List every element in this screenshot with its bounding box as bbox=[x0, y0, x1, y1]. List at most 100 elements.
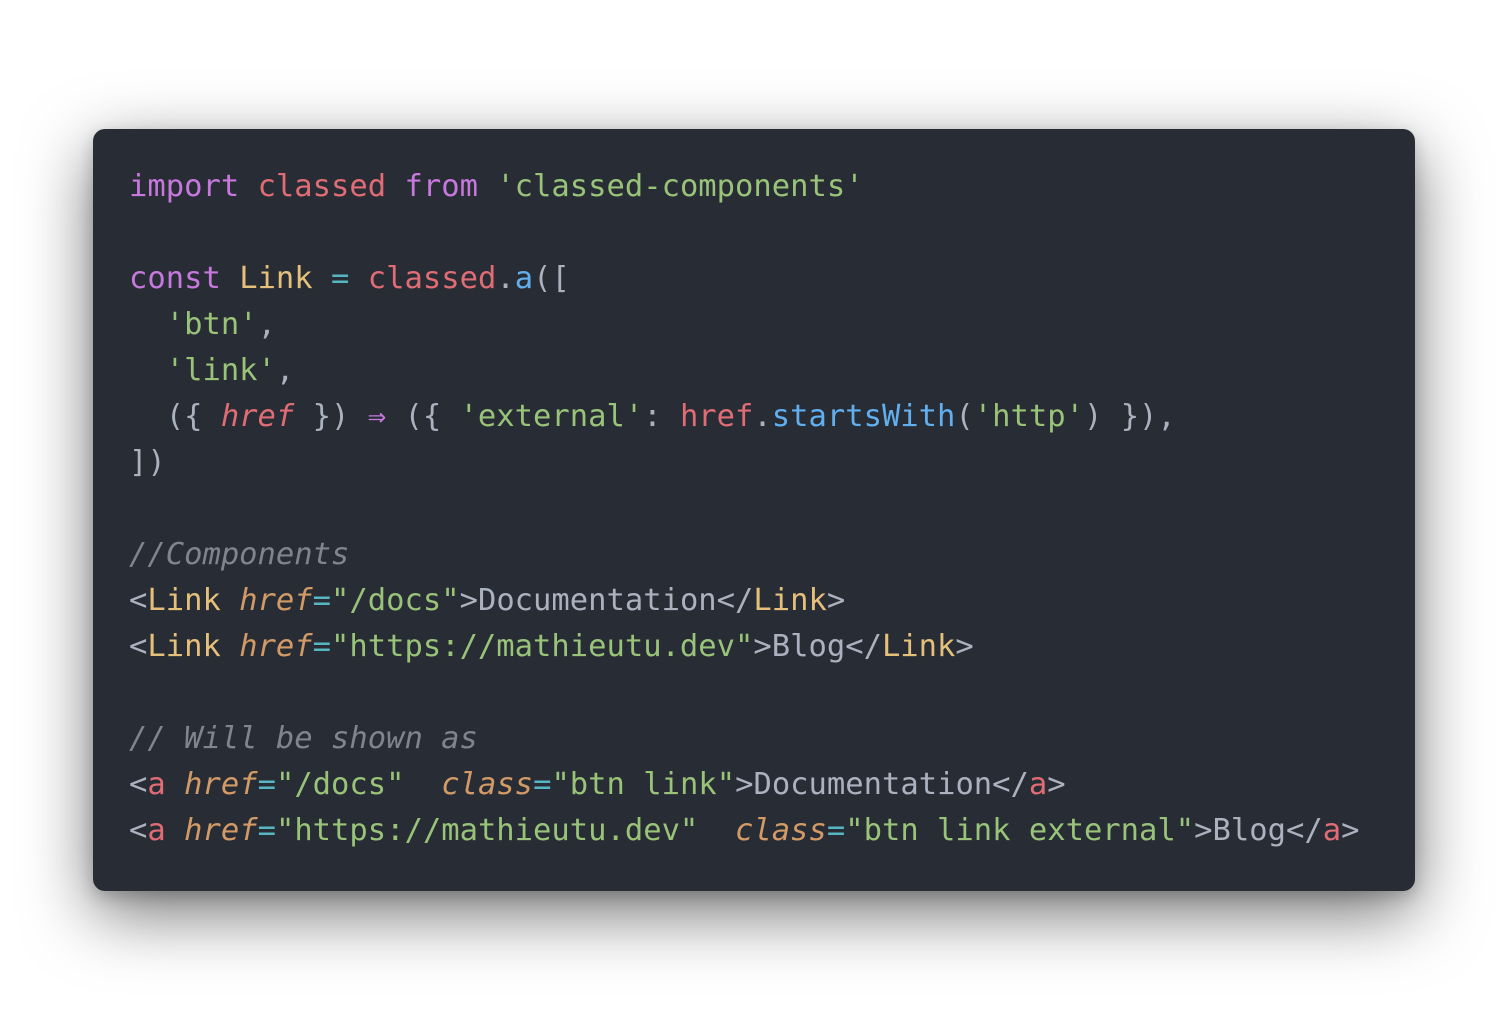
code-token: < bbox=[129, 813, 148, 848]
code-line: <a href="/docs" class="btn link">Documen… bbox=[129, 762, 1359, 808]
code-token: class bbox=[441, 767, 534, 802]
code-token: Documentation bbox=[753, 767, 993, 802]
code-token: . bbox=[753, 399, 772, 434]
code-token: "btn link" bbox=[551, 767, 736, 802]
code-token: Blog bbox=[1212, 813, 1286, 848]
code-token: classed bbox=[367, 261, 497, 296]
code-token: href bbox=[239, 583, 313, 618]
code-window: import classed from 'classed-components'… bbox=[93, 129, 1415, 891]
code-token: = bbox=[826, 813, 846, 848]
code-token: > bbox=[753, 629, 772, 664]
code-token: > bbox=[955, 629, 974, 664]
code-token: from bbox=[404, 169, 478, 204]
code-token: "https://mathieutu.dev" bbox=[331, 629, 754, 664]
code-token: , bbox=[257, 307, 276, 342]
code-token: > bbox=[826, 583, 846, 618]
code-token: const bbox=[129, 261, 221, 296]
code-token: ) }), bbox=[1083, 399, 1176, 434]
code-token: "/docs" bbox=[275, 767, 405, 802]
code-token: href bbox=[239, 629, 313, 664]
code-line: //Components bbox=[129, 532, 1359, 578]
code-token: a bbox=[1322, 813, 1342, 848]
code-token: "btn link external" bbox=[845, 813, 1195, 848]
code-token: Link bbox=[753, 583, 827, 618]
code-token: </ bbox=[845, 629, 882, 664]
code-token: classed bbox=[257, 169, 387, 204]
code-line: 'link', bbox=[129, 348, 1359, 394]
code-token: ({ bbox=[386, 399, 460, 434]
code-token: > bbox=[1047, 767, 1066, 802]
code-token: > bbox=[735, 767, 754, 802]
code-token: ({ bbox=[129, 399, 221, 434]
code-block: import classed from 'classed-components'… bbox=[129, 164, 1359, 854]
code-line: import classed from 'classed-components' bbox=[129, 164, 1359, 210]
code-token: 'http' bbox=[973, 399, 1084, 434]
code-token: a bbox=[147, 813, 166, 848]
code-token: href bbox=[679, 399, 754, 434]
code-token: href bbox=[220, 399, 295, 434]
code-line: ]) bbox=[129, 440, 1359, 486]
code-token: < bbox=[129, 583, 148, 618]
code-token: = bbox=[257, 813, 276, 848]
code-token: //Components bbox=[129, 537, 350, 572]
code-token: "/docs" bbox=[331, 583, 460, 618]
code-token: 'external' bbox=[459, 399, 644, 434]
code-token: Link bbox=[147, 583, 221, 618]
code-token: class bbox=[735, 813, 827, 848]
code-token: ([ bbox=[533, 261, 570, 296]
code-line: // Will be shown as bbox=[129, 716, 1359, 762]
code-token: import bbox=[129, 169, 240, 204]
code-token: = bbox=[331, 261, 350, 296]
code-token: Documentation bbox=[477, 583, 717, 618]
code-token: < bbox=[129, 767, 148, 802]
code-token: href bbox=[184, 813, 258, 848]
code-line: <Link href="https://mathieutu.dev">Blog<… bbox=[129, 624, 1359, 670]
code-token: Link bbox=[147, 629, 221, 664]
code-token: }) bbox=[294, 399, 368, 434]
code-token: 'classed-components' bbox=[496, 169, 864, 204]
code-token: , bbox=[275, 353, 295, 388]
code-token: startsWith bbox=[771, 399, 956, 434]
code-token: = bbox=[533, 767, 552, 802]
code-token: a bbox=[147, 767, 166, 802]
code-line: const Link = classed.a([ bbox=[129, 256, 1359, 302]
code-token: href bbox=[184, 767, 258, 802]
code-token: 'link' bbox=[165, 353, 276, 388]
code-token: Link bbox=[881, 629, 956, 664]
code-token: </ bbox=[716, 583, 754, 618]
code-token: "https://mathieutu.dev" bbox=[275, 813, 699, 848]
code-token: // Will be shown as bbox=[129, 721, 478, 756]
code-line: <Link href="/docs">Documentation</Link> bbox=[129, 578, 1359, 624]
code-token: > bbox=[459, 583, 478, 618]
code-token: > bbox=[1341, 813, 1360, 848]
code-token: : bbox=[643, 399, 680, 434]
code-token: </ bbox=[992, 767, 1029, 802]
code-token: Blog bbox=[771, 629, 846, 664]
code-token: = bbox=[312, 629, 332, 664]
code-token: ( bbox=[955, 399, 974, 434]
code-line: 'btn', bbox=[129, 302, 1359, 348]
code-token: Link bbox=[239, 261, 313, 296]
code-line: <a href="https://mathieutu.dev" class="b… bbox=[129, 808, 1359, 854]
code-line: ({ href }) ⇒ ({ 'external': href.startsW… bbox=[129, 394, 1359, 440]
code-token: a bbox=[1028, 767, 1048, 802]
code-token: ]) bbox=[129, 445, 166, 480]
code-token: < bbox=[129, 629, 148, 664]
code-token: </ bbox=[1285, 813, 1323, 848]
code-token: ⇒ bbox=[367, 399, 387, 434]
